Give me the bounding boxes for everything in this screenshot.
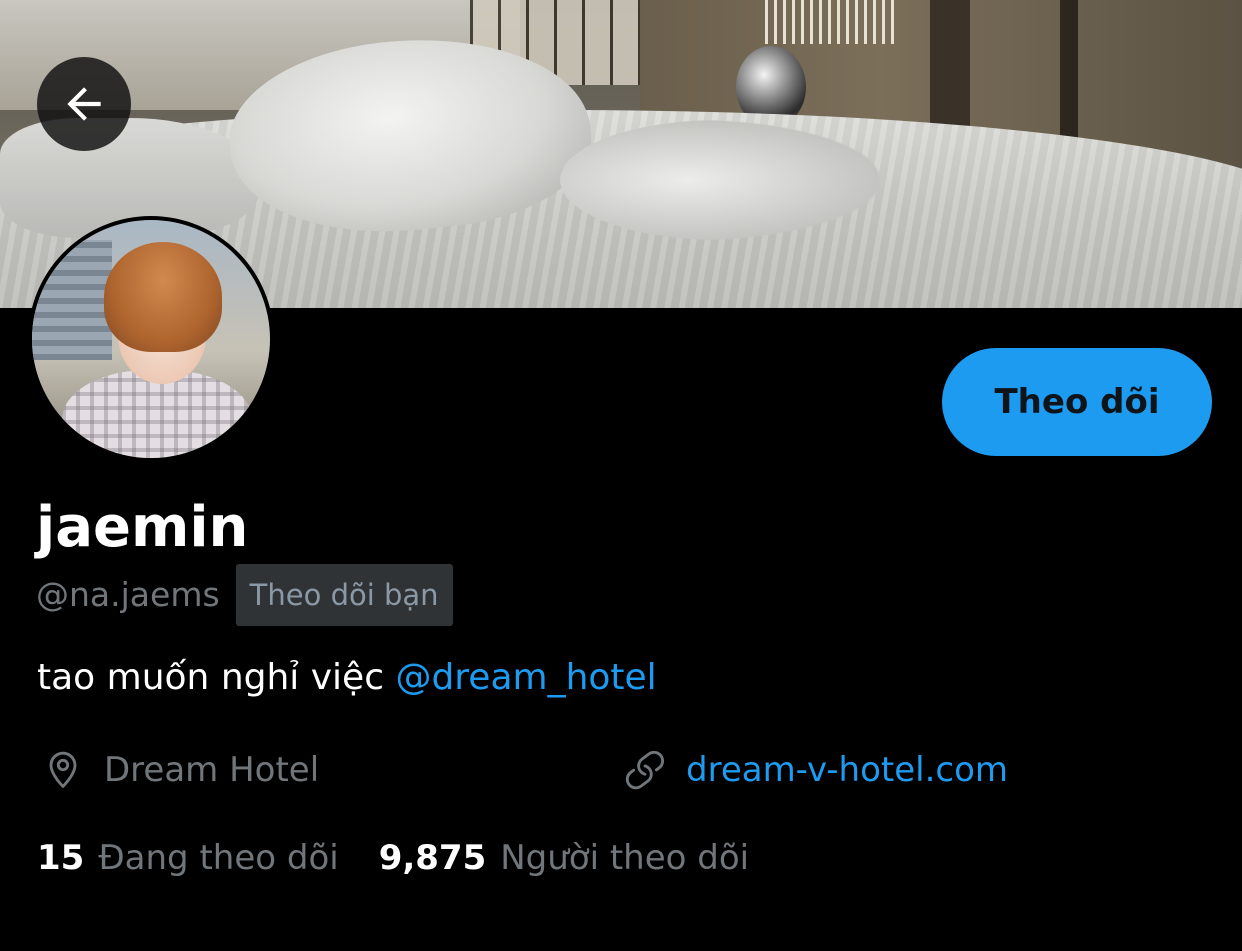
- following-count[interactable]: 15: [37, 830, 84, 886]
- avatar-photo: [32, 220, 270, 458]
- profile-location: Dream Hotel: [40, 742, 319, 798]
- follows-you-badge: Theo dõi bạn: [235, 564, 453, 626]
- display-name: jaemin: [36, 495, 249, 560]
- location-pin-icon: [49, 751, 77, 788]
- location-text: Dream Hotel: [104, 750, 320, 790]
- bio-text: tao muốn nghỉ việc: [37, 657, 396, 698]
- username-handle: @na.jaems: [36, 575, 220, 614]
- banner-sheet-fold: [560, 120, 880, 240]
- followers-label[interactable]: Người theo dõi: [500, 830, 749, 886]
- profile-bio: tao muốn nghỉ việc @dream_hotel: [37, 650, 657, 706]
- avatar-hair: [104, 242, 222, 352]
- followers-count[interactable]: 9,875: [379, 830, 487, 886]
- follow-button[interactable]: Theo dõi: [942, 348, 1212, 456]
- link-icon: [625, 750, 665, 790]
- profile-website[interactable]: dream-v-hotel.com: [622, 742, 1008, 798]
- website-link[interactable]: dream-v-hotel.com: [686, 742, 1008, 798]
- follow-stats: 15 Đang theo dõi 9,875 Người theo dõi: [37, 830, 749, 886]
- avatar-background: [32, 240, 112, 360]
- bio-mention-link[interactable]: @dream_hotel: [395, 657, 656, 698]
- avatar[interactable]: [28, 216, 274, 462]
- back-button[interactable]: [37, 57, 131, 151]
- arrow-left-icon: [67, 87, 101, 121]
- following-label[interactable]: Đang theo dõi: [98, 830, 338, 886]
- handle-row: @na.jaems Theo dõi bạn: [36, 564, 453, 626]
- banner-wall-decor: [765, 0, 895, 44]
